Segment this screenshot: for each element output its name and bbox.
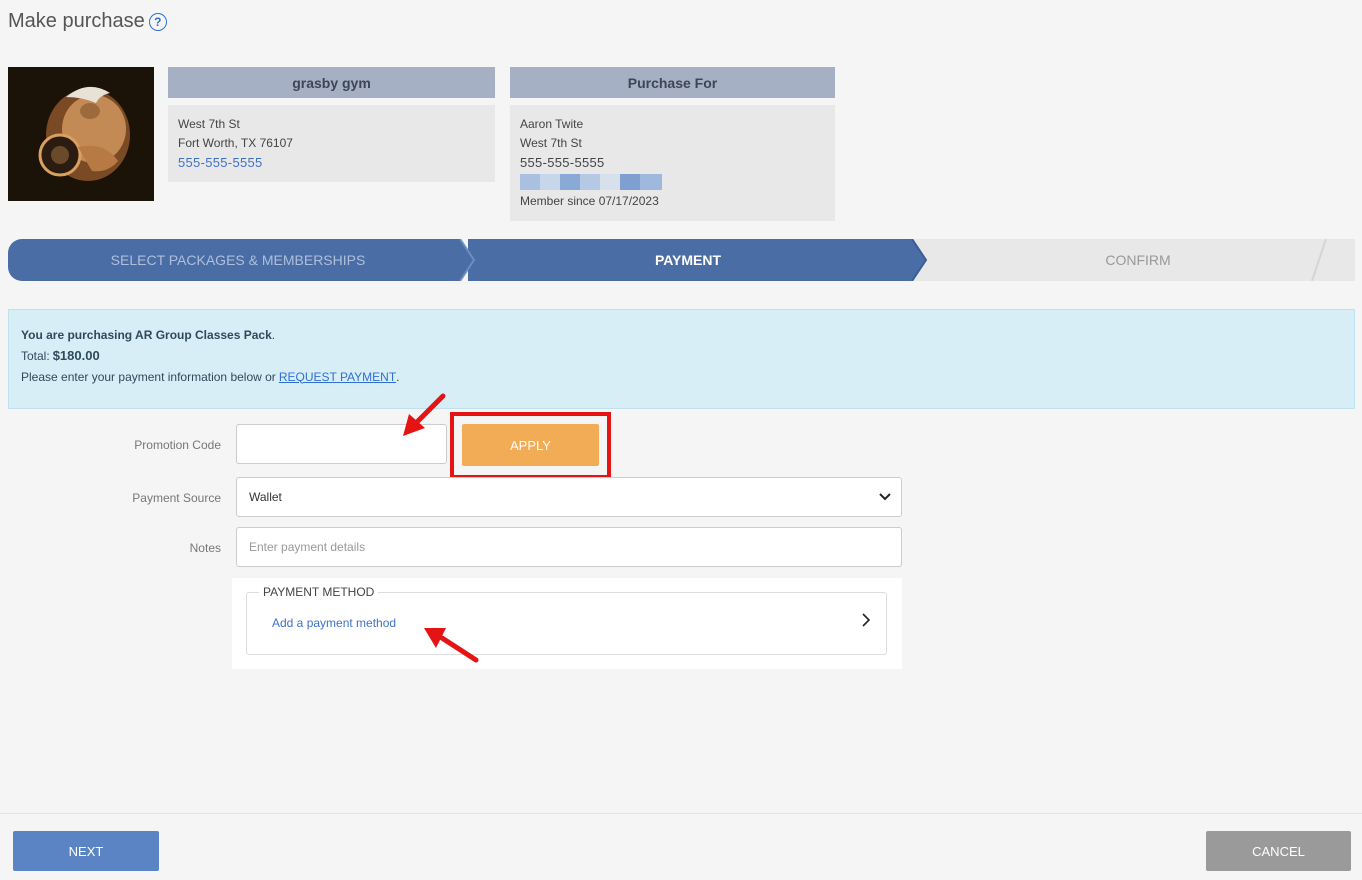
payment-method-box[interactable]: PAYMENT METHOD Add a payment method bbox=[246, 585, 887, 655]
payment-method-section: PAYMENT METHOD Add a payment method bbox=[232, 578, 902, 669]
promo-code-label: Promotion Code bbox=[134, 438, 221, 452]
page-title-text: Make purchase bbox=[8, 10, 145, 32]
gym-card: grasby gym West 7th St Fort Worth, TX 76… bbox=[168, 67, 495, 182]
instruction-text: Please enter your payment information be… bbox=[21, 369, 276, 384]
gym-phone-link[interactable]: 555-555-5555 bbox=[178, 153, 485, 172]
notes-label: Notes bbox=[189, 541, 221, 555]
footer-bar: NEXT CANCEL bbox=[0, 813, 1362, 880]
gym-street: West 7th St bbox=[178, 117, 240, 131]
next-button[interactable]: NEXT bbox=[13, 831, 159, 871]
gym-city: Fort Worth, TX 76107 bbox=[178, 136, 293, 150]
chevron-down-icon bbox=[879, 490, 891, 504]
member-since: Member since 07/17/2023 bbox=[520, 194, 659, 208]
annotation-arrow-icon bbox=[403, 393, 446, 436]
help-icon[interactable]: ? bbox=[148, 12, 167, 31]
purchase-for-header: Purchase For bbox=[510, 67, 835, 98]
total-value: $180.00 bbox=[52, 348, 100, 363]
page-title: Make purchase ? bbox=[8, 10, 167, 33]
member-name: Aaron Twite bbox=[520, 117, 584, 131]
payment-source-label: Payment Source bbox=[132, 491, 221, 505]
purchasing-text: You are purchasing AR Group Classes Pack bbox=[21, 327, 272, 342]
gym-logo-image bbox=[8, 67, 154, 201]
total-label: Total: bbox=[21, 348, 50, 363]
notes-input[interactable]: Enter payment details bbox=[236, 527, 902, 567]
annotation-arrow-icon bbox=[424, 628, 479, 663]
redacted-email bbox=[520, 174, 825, 190]
payment-method-legend: PAYMENT METHOD bbox=[259, 585, 379, 599]
cancel-button[interactable]: CANCEL bbox=[1206, 831, 1351, 871]
step-confirm: CONFIRM bbox=[1105, 252, 1171, 268]
member-street: West 7th St bbox=[520, 136, 582, 150]
payment-source-value: Wallet bbox=[249, 490, 282, 504]
purchase-info-box: You are purchasing AR Group Classes Pack… bbox=[8, 309, 1355, 409]
payment-source-select[interactable]: Wallet bbox=[236, 477, 902, 517]
chevron-right-icon bbox=[862, 613, 871, 632]
request-payment-link[interactable]: REQUEST PAYMENT bbox=[279, 370, 396, 384]
gym-name: grasby gym bbox=[168, 67, 495, 98]
add-payment-method-link[interactable]: Add a payment method bbox=[272, 616, 396, 630]
step-select-packages[interactable]: SELECT PACKAGES & MEMBERSHIPS bbox=[8, 239, 468, 281]
apply-button[interactable]: APPLY bbox=[462, 424, 599, 466]
step-payment: PAYMENT bbox=[654, 252, 722, 268]
checkout-steps: SELECT PACKAGES & MEMBERSHIPS PAYMENT CO… bbox=[8, 239, 1355, 281]
member-phone: 555-555-5555 bbox=[520, 155, 605, 170]
purchase-for-card: Purchase For Aaron Twite West 7th St 555… bbox=[510, 67, 835, 221]
